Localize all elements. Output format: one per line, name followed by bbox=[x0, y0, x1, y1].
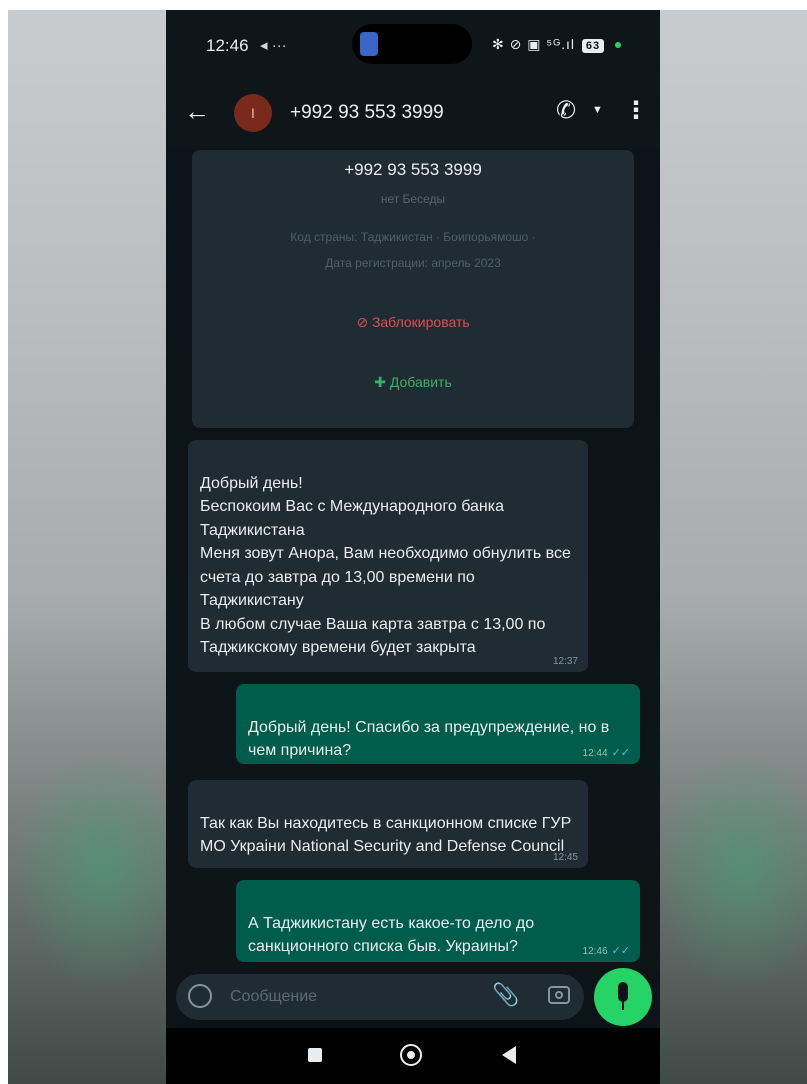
add-person-icon: ✚ bbox=[374, 374, 390, 390]
recents-square-icon[interactable] bbox=[308, 1048, 322, 1062]
microphone-icon bbox=[618, 982, 628, 1002]
home-circle-icon[interactable] bbox=[400, 1044, 422, 1066]
read-receipt-icon: ✓✓ bbox=[611, 747, 630, 759]
message-bubble-incoming[interactable]: Добрый день! Беспокоим Вас с Международн… bbox=[188, 440, 588, 672]
message-time: 12:46 bbox=[582, 946, 608, 957]
info-registration-line: Дата регистрации: апрель 2023 bbox=[325, 256, 501, 270]
info-phone-number: +992 93 553 3999 bbox=[344, 160, 482, 179]
message-list[interactable]: +992 93 553 3999 нет Беседы Код страны: … bbox=[166, 148, 660, 968]
message-time: 12:45 bbox=[552, 852, 578, 863]
contact-info-card: +992 93 553 3999 нет Беседы Код страны: … bbox=[192, 150, 634, 428]
connectivity-icons: ✻ ⊘ ▣ ⁵ᴳ.ıl bbox=[492, 36, 575, 52]
add-contact-button[interactable]: ✚ Добавить bbox=[192, 374, 634, 391]
composer-bar: Сообщение 📎 bbox=[166, 968, 660, 1028]
read-receipt-icon: ✓✓ bbox=[611, 945, 630, 957]
block-button[interactable]: ⊘ Заблокировать bbox=[192, 314, 634, 331]
microphone-stand bbox=[622, 1002, 624, 1010]
message-text: Так как Вы находитесь в санкционном спис… bbox=[200, 814, 572, 856]
message-bubble-incoming[interactable]: Так как Вы находитесь в санкционном спис… bbox=[188, 780, 588, 868]
message-text: Добрый день! Спасибо за предупреждение, … bbox=[248, 718, 610, 760]
message-text: Добрый день! Беспокоим Вас с Международн… bbox=[200, 474, 571, 657]
back-triangle-icon[interactable] bbox=[502, 1046, 516, 1064]
privacy-dot-icon bbox=[615, 42, 622, 49]
paperclip-icon[interactable]: 📎 bbox=[492, 982, 519, 1008]
phone-icon[interactable]: ✆ bbox=[556, 96, 576, 125]
status-bar: 12:46 ◂ ··· ✻ ⊘ ▣ ⁵ᴳ.ıl 63 bbox=[166, 10, 660, 80]
message-time: 12:44 bbox=[582, 748, 608, 759]
camera-icon[interactable] bbox=[548, 986, 570, 1004]
add-label: Добавить bbox=[389, 374, 452, 390]
app-indicator-icon bbox=[360, 32, 378, 56]
contact-name[interactable]: +992 93 553 3999 bbox=[290, 102, 444, 124]
arrow-left-icon[interactable]: ← bbox=[184, 96, 210, 127]
more-vertical-icon[interactable]: ⋮ bbox=[624, 96, 648, 125]
microphone-button[interactable] bbox=[594, 968, 652, 1026]
message-text: А Таджикистану есть какое-то дело до сан… bbox=[248, 914, 535, 956]
battery-icon: 63 bbox=[581, 39, 605, 53]
info-country-line: Код страны: Таджикистан · Боипорьямошо · bbox=[290, 230, 536, 244]
chevron-down-icon[interactable]: ▼ bbox=[592, 104, 603, 116]
message-meta: 12:46 ✓✓ bbox=[583, 945, 630, 958]
message-placeholder[interactable]: Сообщение bbox=[230, 988, 317, 1006]
message-meta: 12:44 ✓✓ bbox=[583, 747, 630, 760]
system-navigation-bar bbox=[166, 1028, 660, 1084]
block-label: Заблокировать bbox=[371, 314, 470, 330]
camera-notch bbox=[352, 24, 472, 64]
status-notification-icons: ◂ ··· bbox=[260, 37, 287, 54]
chat-header: ← I +992 93 553 3999 ✆ ▼ ⋮ bbox=[166, 80, 660, 148]
message-time: 12:37 bbox=[552, 656, 578, 667]
block-icon: ⊘ bbox=[356, 314, 372, 330]
message-bubble-outgoing[interactable]: Добрый день! Спасибо за предупреждение, … bbox=[236, 684, 640, 764]
message-bubble-outgoing[interactable]: А Таджикистану есть какое-то дело до сан… bbox=[236, 880, 640, 962]
emoji-icon[interactable] bbox=[188, 984, 212, 1008]
status-icons: ✻ ⊘ ▣ ⁵ᴳ.ıl 63 bbox=[492, 36, 622, 53]
status-time: 12:46 bbox=[206, 36, 249, 55]
avatar[interactable]: I bbox=[234, 94, 272, 132]
info-subtitle: нет Беседы bbox=[380, 192, 446, 206]
phone-screen: 12:46 ◂ ··· ✻ ⊘ ▣ ⁵ᴳ.ıl 63 ← I +992 93 5… bbox=[166, 10, 660, 1084]
message-input[interactable]: Сообщение 📎 bbox=[176, 974, 584, 1020]
